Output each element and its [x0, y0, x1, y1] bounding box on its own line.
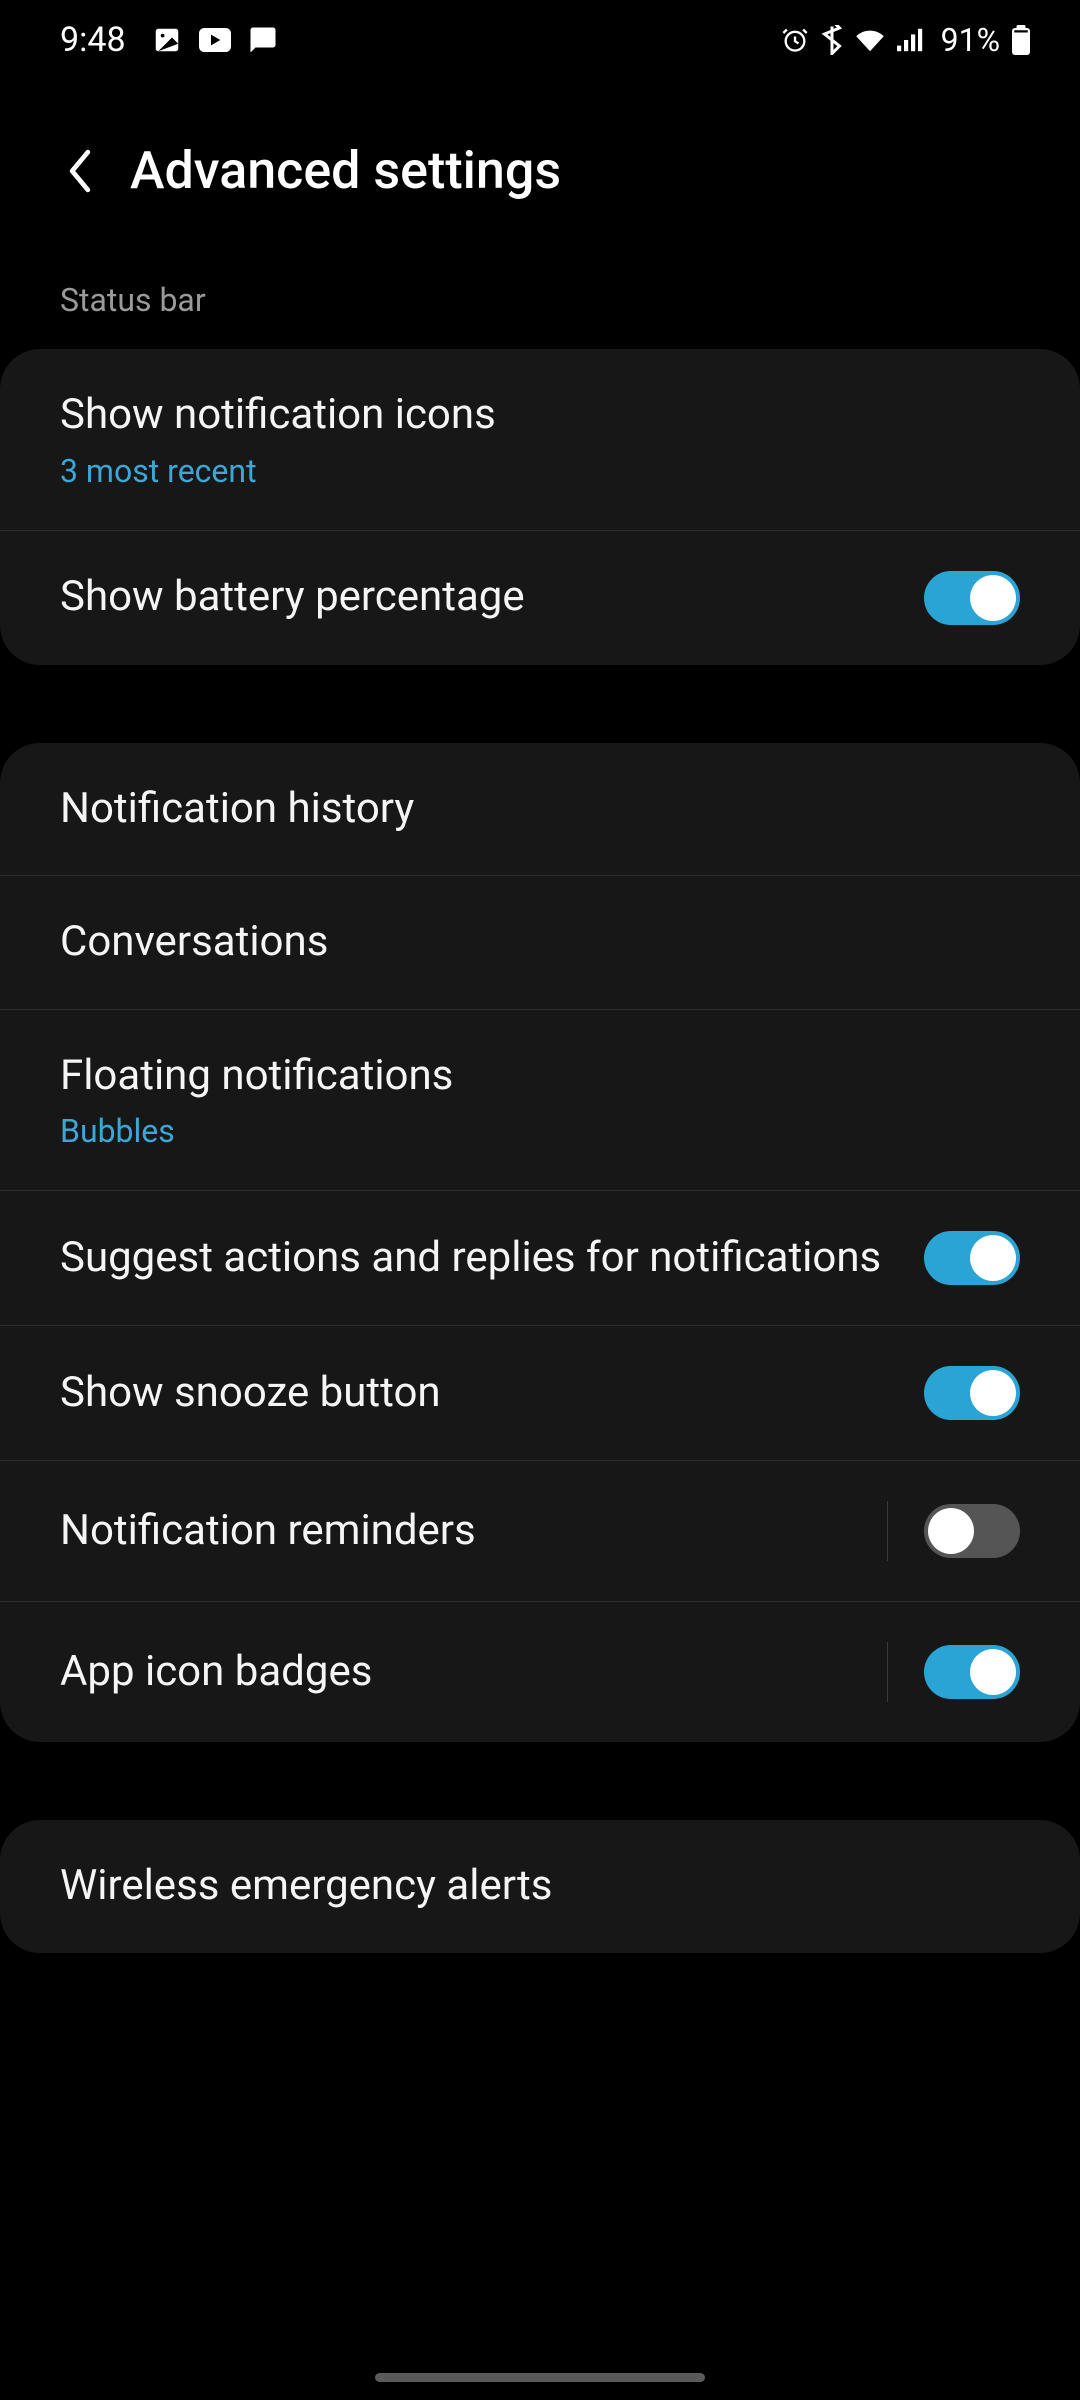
card-wireless-alerts: Wireless emergency alerts [0, 1820, 1080, 1953]
card-notifications: Notification history Conversations Float… [0, 743, 1080, 1743]
row-wireless-emergency-alerts[interactable]: Wireless emergency alerts [0, 1820, 1080, 1953]
gallery-icon [152, 25, 182, 55]
split-divider [887, 1642, 888, 1702]
row-subtitle: 3 most recent [60, 452, 1000, 490]
toggle-suggest-actions[interactable] [924, 1231, 1020, 1285]
row-title: App icon badges [60, 1646, 867, 1699]
row-floating-notifications[interactable]: Floating notifications Bubbles [0, 1009, 1080, 1191]
message-icon [248, 25, 278, 55]
row-show-snooze-button[interactable]: Show snooze button [0, 1325, 1080, 1460]
status-right: 91% [781, 21, 1030, 59]
wifi-icon [855, 28, 885, 52]
row-show-notification-icons[interactable]: Show notification icons 3 most recent [0, 349, 1080, 530]
page-title: Advanced settings [130, 140, 561, 201]
status-left: 9:48 [60, 20, 278, 60]
battery-percentage-text: 91% [941, 21, 1000, 59]
toggle-show-snooze[interactable] [924, 1366, 1020, 1420]
row-app-icon-badges[interactable]: App icon badges [0, 1601, 1080, 1742]
row-conversations[interactable]: Conversations [0, 875, 1080, 1009]
back-button[interactable] [60, 151, 100, 191]
row-title: Conversations [60, 916, 1000, 969]
row-title: Show notification icons [60, 389, 1000, 442]
toggle-notification-reminders[interactable] [924, 1504, 1020, 1558]
row-show-battery-percentage[interactable]: Show battery percentage [0, 530, 1080, 665]
row-notification-history[interactable]: Notification history [0, 743, 1080, 876]
signal-icon [897, 28, 925, 52]
row-title: Notification reminders [60, 1505, 867, 1558]
row-title: Suggest actions and replies for notifica… [60, 1232, 904, 1285]
row-title: Floating notifications [60, 1050, 1000, 1103]
card-status-bar: Show notification icons 3 most recent Sh… [0, 349, 1080, 665]
row-subtitle: Bubbles [60, 1112, 1000, 1150]
split-divider [887, 1501, 888, 1561]
row-title: Show snooze button [60, 1367, 904, 1420]
row-title: Notification history [60, 783, 1000, 836]
row-suggest-actions[interactable]: Suggest actions and replies for notifica… [0, 1190, 1080, 1325]
status-bar: 9:48 91% [0, 0, 1080, 80]
battery-icon [1012, 25, 1030, 55]
toggle-battery-percentage[interactable] [924, 571, 1020, 625]
row-title: Wireless emergency alerts [60, 1860, 1000, 1913]
youtube-icon [198, 28, 232, 52]
alarm-icon [781, 26, 809, 54]
section-label-status-bar: Status bar [0, 221, 1080, 339]
status-time: 9:48 [60, 20, 126, 60]
toggle-app-icon-badges[interactable] [924, 1645, 1020, 1699]
row-title: Show battery percentage [60, 571, 904, 624]
home-indicator[interactable] [375, 2373, 705, 2382]
row-notification-reminders[interactable]: Notification reminders [0, 1460, 1080, 1601]
header: Advanced settings [0, 80, 1080, 221]
bluetooth-icon [821, 25, 843, 55]
